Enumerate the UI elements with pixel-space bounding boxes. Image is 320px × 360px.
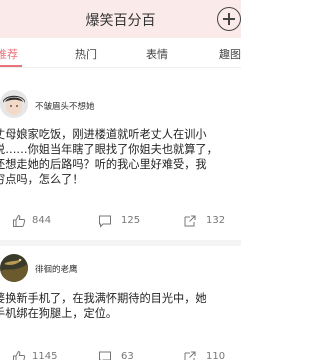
post-content: 丈母娘家吃饭，刚进楼道就听老丈人在训小 说……你姐当年瞎了眼找了你姐夫也就算了，…	[0, 128, 218, 186]
thumbs-up-icon	[13, 214, 26, 227]
post-author[interactable]: 徘徊的老鹰	[35, 263, 78, 275]
post-card[interactable]: 徘徊的老鹰 婆换新手机了，在我满怀期待的目光中，她 手机绑在狗腿上，定位。 11…	[0, 246, 241, 360]
like-count: 844	[32, 215, 52, 226]
share-count: 132	[206, 215, 226, 226]
active-tab-indicator	[0, 65, 22, 67]
post-card[interactable]: 不皱眉头不想她 丈母娘家吃饭，刚进楼道就听老丈人在训小 说……你姐当年瞎了眼找了…	[0, 70, 241, 240]
tab-emoji[interactable]: 表情	[146, 46, 168, 62]
comment-icon	[99, 351, 111, 360]
avatar[interactable]	[0, 254, 28, 282]
share-count: 110	[206, 351, 226, 360]
like-count: 1145	[32, 351, 58, 360]
thumbs-up-icon	[13, 350, 26, 360]
add-icon[interactable]	[217, 7, 241, 31]
post-content: 婆换新手机了，在我满怀期待的目光中，她 手机绑在狗腿上，定位。	[0, 292, 207, 320]
app-header: 爆笑百分百	[0, 0, 241, 38]
avatar[interactable]	[0, 90, 28, 118]
share-icon	[184, 351, 196, 360]
share-icon	[184, 215, 196, 227]
comment-icon	[99, 215, 111, 228]
app-title: 爆笑百分百	[85, 13, 156, 29]
tab-funny-pics[interactable]: 趣图	[219, 46, 241, 62]
post-author[interactable]: 不皱眉头不想她	[35, 100, 95, 112]
tab-recommend[interactable]: 推荐	[0, 46, 18, 62]
comment-count: 63	[121, 351, 134, 360]
category-tabs: 推荐 热门 表情 趣图	[0, 38, 241, 68]
comment-count: 125	[121, 215, 141, 226]
tab-hot[interactable]: 热门	[75, 46, 97, 62]
